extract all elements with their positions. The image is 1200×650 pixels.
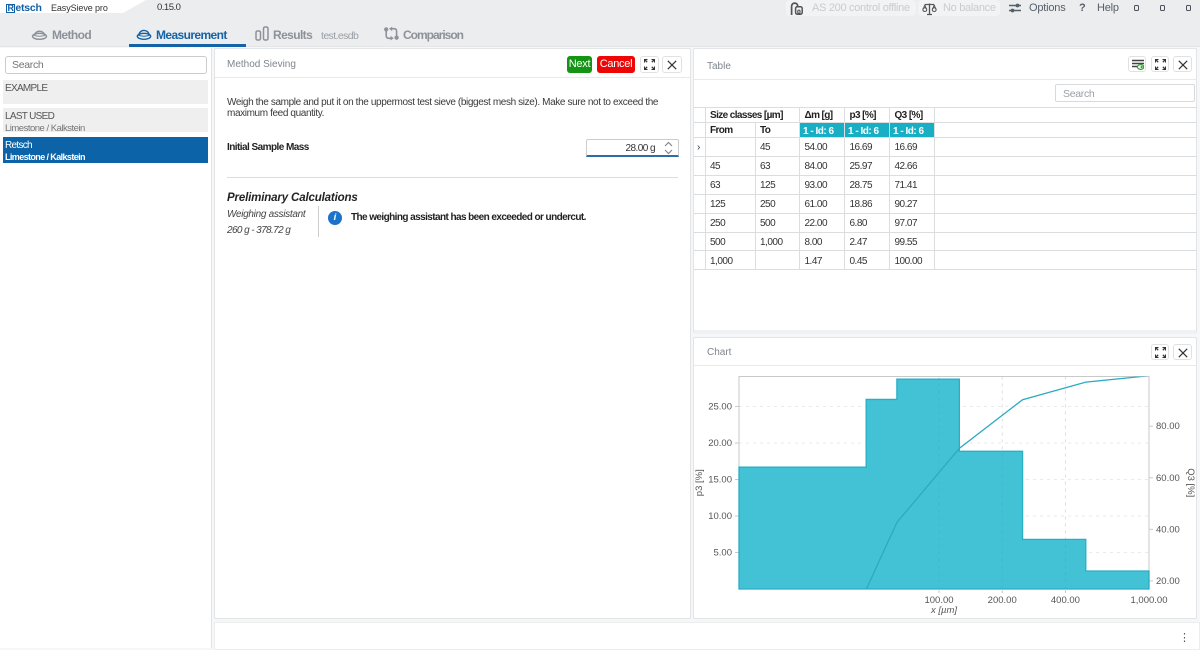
svg-text:1,000.00: 1,000.00 <box>1131 595 1168 606</box>
svg-text:p3 [%]: p3 [%] <box>694 469 705 496</box>
svg-text:x [µm]: x [µm] <box>930 605 957 616</box>
svg-text:400.00: 400.00 <box>1051 595 1080 606</box>
svg-text:Q3 [%]: Q3 [%] <box>1185 468 1196 497</box>
svg-text:5.00: 5.00 <box>714 548 733 559</box>
svg-text:20.00: 20.00 <box>1156 576 1180 587</box>
svg-text:10.00: 10.00 <box>708 511 732 522</box>
svg-text:40.00: 40.00 <box>1156 524 1180 535</box>
svg-text:20.00: 20.00 <box>708 438 732 449</box>
svg-text:80.00: 80.00 <box>1156 421 1180 432</box>
svg-text:25.00: 25.00 <box>708 402 732 413</box>
svg-text:15.00: 15.00 <box>708 475 732 486</box>
svg-text:200.00: 200.00 <box>988 595 1017 606</box>
svg-text:60.00: 60.00 <box>1156 473 1180 484</box>
